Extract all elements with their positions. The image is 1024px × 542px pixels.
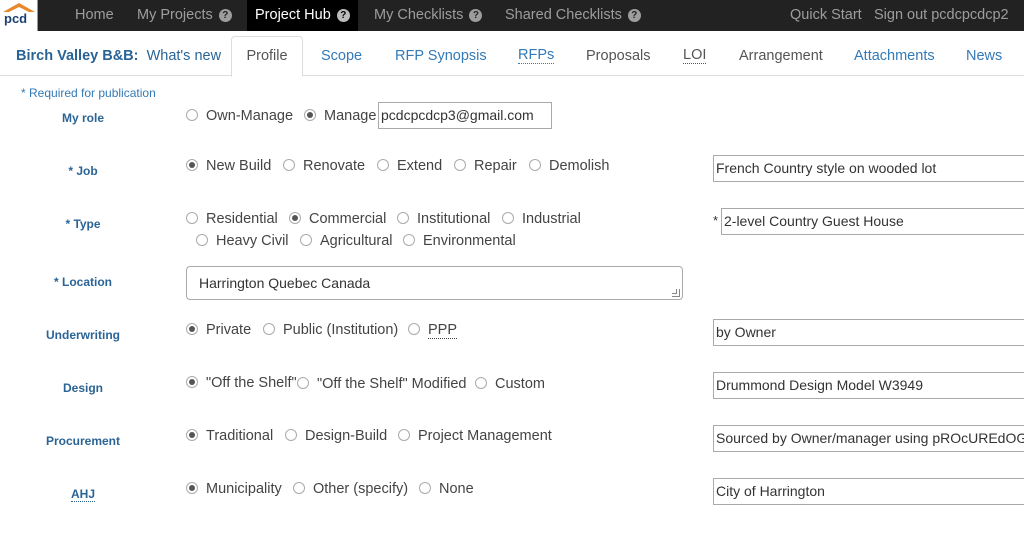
- radio-none[interactable]: None: [419, 481, 474, 497]
- radio-manage[interactable]: Manage: [304, 108, 376, 124]
- pcd-logo[interactable]: pcd: [0, 0, 38, 31]
- radio-button-icon[interactable]: [186, 323, 198, 335]
- tab-arrangement[interactable]: Arrangement: [739, 48, 823, 64]
- project-tabs-bar: Birch Valley B&B: What's new Profile Sco…: [0, 31, 1024, 77]
- radio-button-icon[interactable]: [285, 429, 297, 441]
- required-note: * Required for publication: [21, 86, 156, 100]
- radio-button-icon[interactable]: [186, 482, 198, 494]
- help-icon[interactable]: ?: [469, 9, 483, 22]
- tab-news[interactable]: News: [966, 48, 1002, 64]
- radio-renovate[interactable]: Renovate: [283, 158, 365, 174]
- tab-loi[interactable]: LOI: [683, 48, 707, 64]
- label-procurement: Procurement: [45, 434, 121, 448]
- radio-button-icon[interactable]: [293, 482, 305, 494]
- email-field[interactable]: pcdcpcdcp3@gmail.com: [378, 102, 552, 129]
- radio-button-icon[interactable]: [419, 482, 431, 494]
- tab-attachments[interactable]: Attachments: [854, 48, 935, 64]
- ahj-detail-input[interactable]: City of Harrington: [713, 478, 1024, 505]
- radio-button-icon[interactable]: [304, 109, 316, 121]
- radio-traditional[interactable]: Traditional: [186, 428, 273, 444]
- label-location: * Location: [53, 275, 112, 289]
- radio-button-icon[interactable]: [283, 159, 295, 171]
- radio-custom[interactable]: Custom: [475, 376, 545, 392]
- radio-button-icon[interactable]: [186, 109, 198, 121]
- nav-home[interactable]: Home: [75, 0, 114, 31]
- radio-button-icon[interactable]: [289, 212, 301, 224]
- radio-button-icon[interactable]: [502, 212, 514, 224]
- radio-own-manage[interactable]: Own-Manage: [186, 108, 293, 124]
- radio-public-institution[interactable]: Public (Institution): [263, 322, 398, 338]
- label-design: Design: [62, 381, 103, 395]
- radio-design-build[interactable]: Design-Build: [285, 428, 387, 444]
- type-detail-input[interactable]: 2-level Country Guest House: [721, 208, 1024, 235]
- radio-button-icon[interactable]: [529, 159, 541, 171]
- job-detail-input[interactable]: French Country style on wooded lot: [713, 155, 1024, 182]
- resize-handle-icon[interactable]: [672, 289, 680, 297]
- radio-button-icon[interactable]: [186, 429, 198, 441]
- radio-button-icon[interactable]: [297, 377, 309, 389]
- help-icon[interactable]: ?: [627, 9, 641, 22]
- label-ahj: AHJ: [70, 487, 95, 502]
- radio-button-icon[interactable]: [475, 377, 487, 389]
- radio-button-icon[interactable]: [398, 429, 410, 441]
- tab-profile[interactable]: Profile: [231, 36, 303, 77]
- radio-residential[interactable]: Residential: [186, 211, 278, 227]
- underwriting-detail-input[interactable]: by Owner: [713, 319, 1024, 346]
- radio-commercial[interactable]: Commercial: [289, 211, 386, 227]
- top-navbar: pcd Home My Projects? Project Hub? My Ch…: [0, 0, 1024, 31]
- radio-agricultural[interactable]: Agricultural: [300, 233, 393, 249]
- radio-button-icon[interactable]: [300, 234, 312, 246]
- radio-button-icon[interactable]: [408, 323, 420, 335]
- tab-rfp-synopsis[interactable]: RFP Synopsis: [395, 48, 487, 64]
- radio-off-the-shelf[interactable]: "Off the Shelf": [186, 375, 297, 391]
- nav-shared-checklists[interactable]: Shared Checklists?: [505, 0, 641, 31]
- nav-sign-out[interactable]: Sign out pcdcpcdcp2: [874, 0, 1009, 31]
- help-icon[interactable]: ?: [336, 9, 350, 22]
- required-star: *: [713, 213, 719, 228]
- radio-private[interactable]: Private: [186, 322, 251, 338]
- label-type: * Type: [65, 217, 101, 231]
- radio-environmental[interactable]: Environmental: [403, 233, 516, 249]
- radio-button-icon[interactable]: [263, 323, 275, 335]
- radio-button-icon[interactable]: [186, 159, 198, 171]
- project-title: Birch Valley B&B: What's new: [16, 48, 222, 64]
- radio-button-icon[interactable]: [186, 376, 198, 388]
- radio-demolish[interactable]: Demolish: [529, 158, 609, 174]
- tab-scope[interactable]: Scope: [321, 48, 362, 64]
- radio-industrial[interactable]: Industrial: [502, 211, 581, 227]
- tab-rfps[interactable]: RFPs: [518, 48, 555, 64]
- nav-quick-start[interactable]: Quick Start: [790, 0, 862, 31]
- radio-off-the-shelf-modified[interactable]: "Off the Shelf" Modified: [297, 376, 466, 392]
- radio-institutional[interactable]: Institutional: [397, 211, 490, 227]
- label-job: * Job: [68, 164, 98, 178]
- radio-button-icon[interactable]: [397, 212, 409, 224]
- label-my-role: My role: [61, 111, 104, 125]
- nav-my-checklists[interactable]: My Checklists?: [374, 0, 483, 31]
- radio-button-icon[interactable]: [403, 234, 415, 246]
- radio-project-management[interactable]: Project Management: [398, 428, 552, 444]
- help-icon[interactable]: ?: [218, 9, 232, 22]
- label-underwriting: Underwriting: [46, 328, 120, 342]
- nav-my-projects[interactable]: My Projects?: [137, 0, 232, 31]
- radio-button-icon[interactable]: [186, 212, 198, 224]
- logo-text: pcd: [4, 11, 28, 26]
- radio-repair[interactable]: Repair: [454, 158, 517, 174]
- radio-ppp[interactable]: PPP: [408, 322, 458, 339]
- tab-proposals[interactable]: Proposals: [586, 48, 650, 64]
- radio-other-specify[interactable]: Other (specify): [293, 481, 408, 497]
- radio-new-build[interactable]: New Build: [186, 158, 271, 174]
- radio-button-icon[interactable]: [454, 159, 466, 171]
- location-textarea[interactable]: Harrington Quebec Canada: [186, 266, 683, 300]
- whats-new-link[interactable]: What's new: [147, 48, 222, 64]
- design-detail-input[interactable]: Drummond Design Model W3949: [713, 372, 1024, 399]
- radio-municipality[interactable]: Municipality: [186, 481, 282, 497]
- radio-heavy-civil[interactable]: Heavy Civil: [196, 233, 289, 249]
- nav-project-hub[interactable]: Project Hub?: [247, 0, 358, 31]
- procurement-detail-input[interactable]: Sourced by Owner/manager using pROcUREdO…: [713, 425, 1024, 452]
- radio-button-icon[interactable]: [196, 234, 208, 246]
- radio-button-icon[interactable]: [377, 159, 389, 171]
- radio-extend[interactable]: Extend: [377, 158, 442, 174]
